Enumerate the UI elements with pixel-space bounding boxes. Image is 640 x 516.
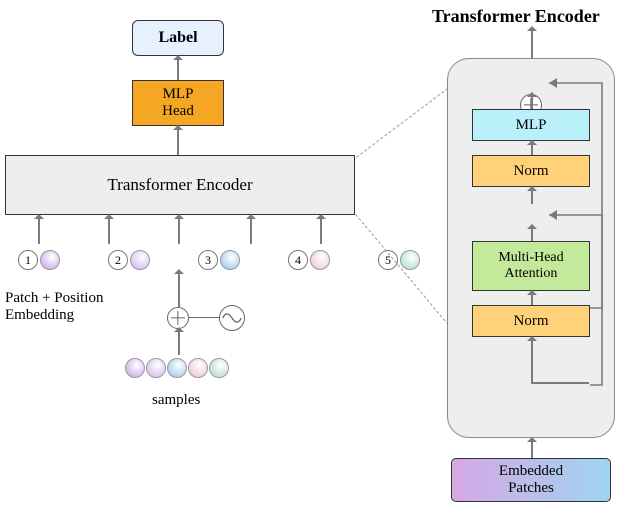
embedded-patches-box: Embedded Patches bbox=[451, 458, 611, 502]
position-3: 3 bbox=[198, 250, 218, 270]
arrow-token-1 bbox=[38, 216, 40, 244]
patch-1 bbox=[40, 250, 60, 270]
sample-1 bbox=[125, 358, 145, 378]
arrow-norm1-to-mlp bbox=[531, 142, 533, 155]
sample-5 bbox=[209, 358, 229, 378]
arrow-token-3 bbox=[178, 216, 180, 244]
samples-row bbox=[125, 358, 229, 378]
arrow-token-2 bbox=[108, 216, 110, 244]
samples-caption: samples bbox=[152, 392, 200, 409]
patch-4 bbox=[310, 250, 330, 270]
attention-text: Multi-Head Attention bbox=[498, 250, 563, 282]
position-4: 4 bbox=[288, 250, 308, 270]
arrow-oplus-to-token3 bbox=[178, 271, 180, 307]
sample-2 bbox=[146, 358, 166, 378]
arrow-norm2-in bbox=[531, 338, 533, 382]
mlp-head-text: MLP Head bbox=[162, 86, 194, 121]
mlp-text: MLP bbox=[516, 117, 547, 134]
arrow-out bbox=[531, 28, 533, 58]
attention-box: Multi-Head Attention bbox=[472, 241, 590, 291]
position-1: 1 bbox=[18, 250, 38, 270]
sample-3 bbox=[167, 358, 187, 378]
arrow-patches-in bbox=[531, 439, 533, 459]
sample-4 bbox=[188, 358, 208, 378]
position-2-num: 2 bbox=[115, 253, 121, 268]
residual-tap-line bbox=[531, 382, 589, 384]
embedding-caption: Patch + Position Embedding bbox=[5, 290, 103, 324]
encoder-text: Transformer Encoder bbox=[107, 175, 252, 195]
position-encoding-icon bbox=[219, 305, 245, 331]
norm-top-text: Norm bbox=[514, 163, 549, 180]
patch-5 bbox=[400, 250, 420, 270]
arrow-add-to-norm1 bbox=[531, 188, 533, 204]
token-row: 1 2 3 4 5 bbox=[18, 250, 420, 270]
embedded-patches-text: Embedded Patches bbox=[499, 463, 563, 498]
position-3-num: 3 bbox=[205, 253, 211, 268]
hline-to-sine bbox=[189, 317, 219, 318]
label-text: Label bbox=[158, 29, 197, 47]
arrow-token-4 bbox=[250, 216, 252, 244]
encoder-box: Transformer Encoder bbox=[5, 155, 355, 215]
dash-top bbox=[356, 79, 460, 158]
arrow-encoder-to-mlp bbox=[177, 127, 179, 155]
patch-3 bbox=[220, 250, 240, 270]
norm-bottom-text: Norm bbox=[514, 313, 549, 330]
arrow-att-to-add bbox=[531, 226, 533, 241]
patch-2 bbox=[130, 250, 150, 270]
arrow-mlp-to-label bbox=[177, 57, 179, 80]
position-2: 2 bbox=[108, 250, 128, 270]
arrow-norm2-to-att bbox=[531, 292, 533, 305]
arrow-token-5 bbox=[320, 216, 322, 244]
arrow-mlp-to-add bbox=[531, 94, 533, 109]
position-1-num: 1 bbox=[25, 253, 31, 268]
arrow-samples-to-oplus bbox=[178, 329, 180, 355]
position-4-num: 4 bbox=[295, 253, 301, 268]
detail-title: Transformer Encoder bbox=[432, 6, 600, 27]
